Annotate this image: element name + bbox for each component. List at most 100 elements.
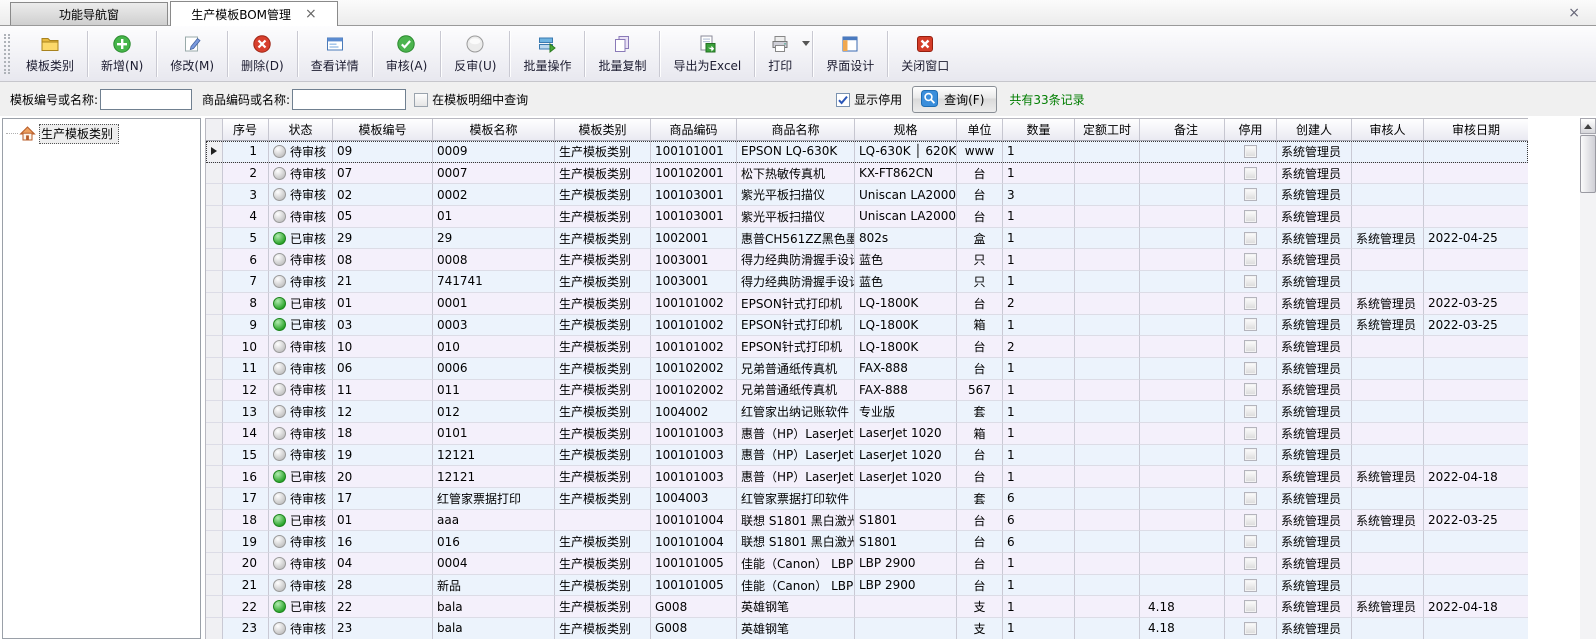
- header-tpl-no[interactable]: 模板编号: [333, 119, 433, 141]
- close-all-tabs-icon[interactable]: ×: [1568, 5, 1580, 21]
- query-button[interactable]: 查询(F): [912, 86, 997, 113]
- cell-auditor: [1352, 184, 1424, 206]
- delete-button[interactable]: 删除(D): [228, 29, 297, 79]
- cell-tpl-name: bala: [433, 596, 555, 618]
- table-row[interactable]: 19 待审核 16 016 生产模板类别 100101004 联想 S1801 …: [206, 531, 1528, 553]
- table-row[interactable]: 8 已审核 01 0001 生产模板类别 100101002 EPSON针式打印…: [206, 293, 1528, 315]
- table-row[interactable]: 17 待审核 17 红管家票据打印 生产模板类别 1004003 红管家票据打印…: [206, 488, 1528, 510]
- stop-checkbox[interactable]: [1244, 275, 1257, 288]
- stop-checkbox[interactable]: [1244, 167, 1257, 180]
- template-category-button[interactable]: 模板类别: [13, 29, 87, 79]
- stop-checkbox[interactable]: [1244, 362, 1257, 375]
- stop-checkbox[interactable]: [1244, 579, 1257, 592]
- table-row[interactable]: 3 待审核 02 0002 生产模板类别 100103001 紫光平板扫描仪 U…: [206, 184, 1528, 206]
- cell-tpl-name: bala: [433, 618, 555, 639]
- batch-operation-button[interactable]: 批量操作: [510, 29, 584, 79]
- table-row[interactable]: 9 已审核 03 0003 生产模板类别 100101002 EPSON针式打印…: [206, 315, 1528, 337]
- stop-checkbox[interactable]: [1244, 557, 1257, 570]
- table-row[interactable]: 16 已审核 20 12121 生产模板类别 100101003 惠普（HP）L…: [206, 466, 1528, 488]
- tab-close-icon[interactable]: ×: [305, 7, 317, 21]
- export-excel-button[interactable]: 导出为Excel: [660, 29, 754, 79]
- tab-bom-management[interactable]: 生产模板BOM管理 ×: [170, 1, 338, 26]
- tree-root-item[interactable]: 生产模板类别: [3, 123, 200, 144]
- table-row[interactable]: 1 待审核 09 0009 生产模板类别 100101001 EPSON LQ-…: [206, 141, 1528, 163]
- table-row[interactable]: 2 待审核 07 0007 生产模板类别 100102001 松下热敏传真机 K…: [206, 163, 1528, 185]
- view-details-button[interactable]: 查看详情: [298, 29, 372, 79]
- table-row[interactable]: 13 待审核 12 012 生产模板类别 1004002 红管家出纳记账软件 专…: [206, 401, 1528, 423]
- stop-checkbox[interactable]: [1244, 145, 1257, 158]
- table-row[interactable]: 12 待审核 11 011 生产模板类别 100102002 兄弟普通纸传真机 …: [206, 380, 1528, 402]
- table-row[interactable]: 23 待审核 23 bala 生产模板类别 G008 英雄钢笔 支 1 4.18: [206, 618, 1528, 639]
- table-row[interactable]: 5 已审核 29 29 生产模板类别 1002001 惠普CH561ZZ黑色墨盒…: [206, 228, 1528, 250]
- table-row[interactable]: 11 待审核 06 0006 生产模板类别 100102002 兄弟普通纸传真机…: [206, 358, 1528, 380]
- cell-status: 已审核: [269, 228, 333, 250]
- stop-checkbox[interactable]: [1244, 383, 1257, 396]
- search-in-detail-checkbox[interactable]: [414, 93, 428, 107]
- header-creator[interactable]: 创建人: [1277, 119, 1352, 141]
- stop-checkbox[interactable]: [1244, 514, 1257, 527]
- cell-stop: [1225, 141, 1277, 163]
- table-row[interactable]: 18 已审核 01 aaa 100101004 联想 S1801 黑白激光 S1…: [206, 510, 1528, 532]
- batch-copy-button[interactable]: 批量复制: [585, 29, 659, 79]
- table-row[interactable]: 4 待审核 05 01 生产模板类别 100103001 紫光平板扫描仪 Uni…: [206, 206, 1528, 228]
- stop-checkbox[interactable]: [1244, 405, 1257, 418]
- tab-function-nav[interactable]: 功能导航窗: [10, 2, 168, 25]
- header-qty[interactable]: 数量: [1003, 119, 1075, 141]
- table-row[interactable]: 15 待审核 19 12121 生产模板类别 100101003 惠普（HP）L…: [206, 445, 1528, 467]
- cell-stop: [1225, 575, 1277, 597]
- table-row[interactable]: 20 待审核 04 0004 生产模板类别 100101005 佳能（Canon…: [206, 553, 1528, 575]
- header-remark[interactable]: 备注: [1140, 119, 1225, 141]
- stop-checkbox[interactable]: [1244, 622, 1257, 635]
- cell-stop: [1225, 618, 1277, 639]
- table-row[interactable]: 6 待审核 08 0008 生产模板类别 1003001 得力经典防滑握手设计 …: [206, 249, 1528, 271]
- ui-design-button[interactable]: 界面设计: [813, 29, 887, 79]
- table-row[interactable]: 14 待审核 18 0101 生产模板类别 100101003 惠普（HP）La…: [206, 423, 1528, 445]
- header-audit-date[interactable]: 审核日期: [1424, 119, 1528, 141]
- stop-checkbox[interactable]: [1244, 210, 1257, 223]
- stop-checkbox[interactable]: [1244, 297, 1257, 310]
- print-dropdown-arrow-icon[interactable]: [802, 41, 810, 46]
- header-tpl-cat[interactable]: 模板类别: [555, 119, 651, 141]
- template-search-input[interactable]: [100, 89, 192, 110]
- stop-checkbox[interactable]: [1244, 427, 1257, 440]
- scroll-up-button[interactable]: [1580, 118, 1596, 134]
- print-button[interactable]: 打印: [755, 29, 812, 79]
- unapprove-button[interactable]: 反审(U): [441, 29, 509, 79]
- vertical-scrollbar[interactable]: [1580, 118, 1596, 639]
- goods-search-input[interactable]: [292, 89, 406, 110]
- stop-checkbox[interactable]: [1244, 340, 1257, 353]
- header-status[interactable]: 状态: [269, 119, 333, 141]
- header-auditor[interactable]: 审核人: [1352, 119, 1424, 141]
- stop-checkbox[interactable]: [1244, 188, 1257, 201]
- scrollbar-thumb[interactable]: [1580, 135, 1596, 193]
- stop-checkbox[interactable]: [1244, 448, 1257, 461]
- header-unit[interactable]: 单位: [957, 119, 1003, 141]
- stop-checkbox[interactable]: [1244, 232, 1257, 245]
- add-button[interactable]: 新增(N): [88, 29, 156, 79]
- table-row[interactable]: 7 待审核 21 741741 生产模板类别 1003001 得力经典防滑握手设…: [206, 271, 1528, 293]
- table-row[interactable]: 10 待审核 10 010 生产模板类别 100101002 EPSON针式打印…: [206, 336, 1528, 358]
- tab-label: 生产模板BOM管理: [191, 6, 291, 23]
- show-disabled-checkbox[interactable]: [836, 93, 850, 107]
- stop-checkbox[interactable]: [1244, 535, 1257, 548]
- toolbar-grip[interactable]: [4, 34, 10, 74]
- header-tpl-name[interactable]: 模板名称: [433, 119, 555, 141]
- stop-checkbox[interactable]: [1244, 318, 1257, 331]
- cell-remark: 4.18: [1140, 618, 1225, 639]
- edit-button[interactable]: 修改(M): [157, 29, 227, 79]
- table-row[interactable]: 22 已审核 22 bala 生产模板类别 G008 英雄钢笔 支 1 4.18: [206, 596, 1528, 618]
- header-spec[interactable]: 规格: [855, 119, 957, 141]
- header-goods-name[interactable]: 商品名称: [737, 119, 855, 141]
- cell-seq: 16: [223, 466, 269, 488]
- stop-checkbox[interactable]: [1244, 470, 1257, 483]
- stop-checkbox[interactable]: [1244, 492, 1257, 505]
- stop-checkbox[interactable]: [1244, 600, 1257, 613]
- header-goods-code[interactable]: 商品编码: [651, 119, 737, 141]
- header-hours[interactable]: 定额工时: [1075, 119, 1140, 141]
- header-stop[interactable]: 停用: [1225, 119, 1277, 141]
- header-seq[interactable]: 序号: [223, 119, 269, 141]
- table-row[interactable]: 21 待审核 28 新品 生产模板类别 100101005 佳能（Canon） …: [206, 575, 1528, 597]
- stop-checkbox[interactable]: [1244, 253, 1257, 266]
- approve-button[interactable]: 审核(A): [373, 29, 441, 79]
- close-window-button[interactable]: 关闭窗口: [888, 29, 962, 79]
